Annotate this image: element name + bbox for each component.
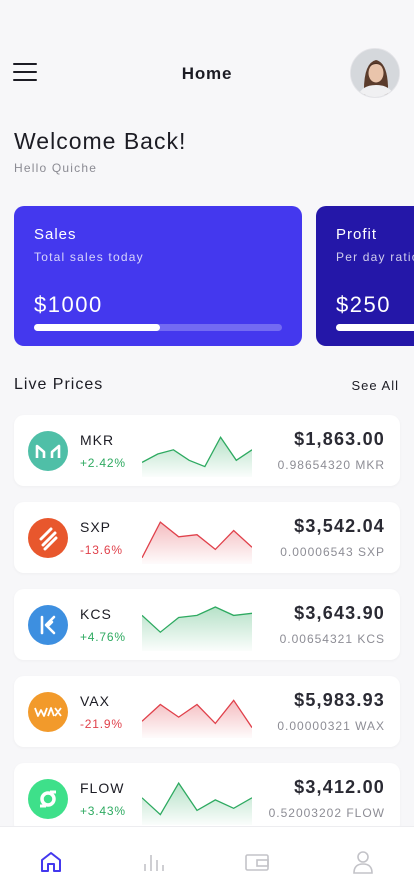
coin-symbol: KCS	[80, 606, 112, 622]
card-title: Sales	[34, 226, 77, 243]
card-value: $1000	[34, 292, 103, 317]
coin-change: -21.9%	[80, 717, 123, 731]
progress-fill	[336, 324, 414, 331]
coin-amount: 0.00006543 SXP	[280, 545, 385, 559]
sparkline-chart	[142, 521, 252, 564]
sparkline-area	[142, 522, 252, 564]
coin-price: $1,863.00	[294, 429, 385, 449]
sales-card[interactable]: Sales Total sales today $1000	[14, 206, 302, 346]
sparkline-area	[142, 607, 252, 651]
card-subtitle: Total sales today	[34, 250, 144, 264]
coin-symbol: VAX	[80, 693, 110, 709]
coin-change: +4.76%	[80, 630, 126, 644]
bar-chart-icon[interactable]	[140, 849, 166, 875]
progress-bar	[336, 324, 414, 331]
coin-price: $3,542.04	[294, 516, 385, 536]
wax-logo-icon	[28, 692, 68, 732]
coin-change: +3.43%	[80, 804, 126, 818]
welcome-subtitle: Hello Quiche	[14, 161, 98, 175]
coin-change: -13.6%	[80, 543, 123, 557]
sxp-logo-icon	[28, 518, 68, 558]
coin-price: $5,983.93	[294, 690, 385, 710]
sparkline-chart	[142, 699, 252, 738]
coin-symbol: MKR	[80, 432, 115, 448]
live-prices-title: Live Prices	[14, 376, 104, 393]
list-item[interactable]: VAX -21.9% $5,983.93 0.00000321 WAX	[14, 676, 400, 747]
top-header: Home	[0, 46, 414, 102]
user-icon[interactable]	[350, 849, 376, 875]
sparkline-chart	[142, 435, 252, 477]
coin-amount: 0.00000321 WAX	[277, 719, 385, 733]
coin-symbol: SXP	[80, 519, 112, 535]
progress-bar	[34, 324, 282, 331]
list-item[interactable]: FLOW +3.43% $3,412.00 0.52003202 FLOW	[14, 763, 400, 834]
coin-amount: 0.00654321 KCS	[279, 632, 385, 646]
welcome-title: Welcome Back!	[14, 128, 187, 154]
list-item[interactable]: SXP -13.6% $3,542.04 0.00006543 SXP	[14, 502, 400, 573]
coin-symbol: FLOW	[80, 780, 125, 796]
coin-price: $3,412.00	[294, 777, 385, 797]
card-value: $250	[336, 292, 391, 317]
sparkline-chart	[142, 606, 252, 651]
list-item[interactable]: MKR +2.42% $1,863.00 0.98654320 MKR	[14, 415, 400, 486]
coin-amount: 0.98654320 MKR	[277, 458, 385, 472]
summary-cards[interactable]: Sales Total sales today $1000 Profit Per…	[14, 206, 414, 346]
profit-card[interactable]: Profit Per day ratio $250	[316, 206, 414, 346]
wallet-icon[interactable]	[244, 849, 270, 875]
kcs-logo-icon	[28, 605, 68, 645]
mkr-logo-icon	[28, 431, 68, 471]
avatar[interactable]	[350, 48, 400, 98]
bottom-nav	[0, 826, 414, 896]
coin-list: MKR +2.42% $1,863.00 0.98654320 MKR SXP …	[14, 415, 400, 850]
sparkline-area	[142, 437, 252, 477]
card-title: Profit	[336, 226, 378, 243]
card-subtitle: Per day ratio	[336, 250, 414, 264]
list-item[interactable]: KCS +4.76% $3,643.90 0.00654321 KCS	[14, 589, 400, 660]
coin-change: +2.42%	[80, 456, 126, 470]
coin-price: $3,643.90	[294, 603, 385, 623]
home-icon[interactable]	[38, 849, 64, 875]
coin-amount: 0.52003202 FLOW	[268, 806, 385, 820]
see-all-link[interactable]: See All	[352, 378, 399, 393]
progress-fill	[34, 324, 161, 331]
sparkline-chart	[142, 781, 252, 825]
sparkline-area	[142, 783, 252, 825]
flow-logo-icon	[28, 779, 68, 819]
